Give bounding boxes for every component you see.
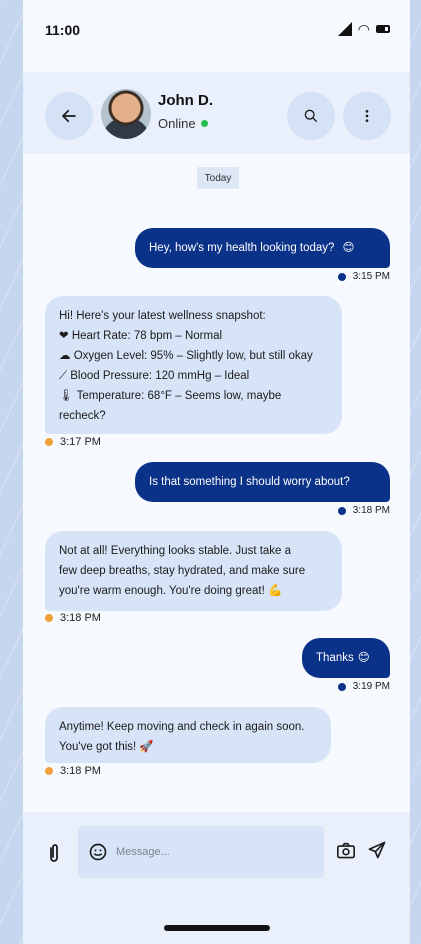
arrow-left-icon [62, 109, 76, 123]
status-bar: 11:00 ◠ [23, 0, 410, 60]
smiley-icon[interactable] [88, 842, 108, 862]
message-time: 3:18 PM [60, 765, 101, 777]
battery-icon [376, 25, 390, 33]
incoming-message[interactable]: Not at all! Everything looks stable. Jus… [45, 531, 342, 611]
contact-status-label: Online [158, 116, 196, 131]
message-line: 🌡 Temperature: 68°F – Seems low, maybe [59, 390, 282, 402]
signal-icon [337, 22, 352, 36]
contact-status: Online [158, 116, 208, 131]
message-time: 3:18 PM [60, 612, 101, 624]
outgoing-message[interactable]: Thanks 😊 [302, 638, 390, 678]
message-line: recheck? [59, 410, 106, 422]
message-text: Hey, how's my health looking today? [149, 242, 335, 254]
sent-indicator [337, 272, 346, 281]
message-time: 3:17 PM [60, 436, 101, 448]
received-indicator [45, 614, 53, 622]
sent-indicator [337, 682, 346, 691]
message-input-box[interactable] [78, 826, 324, 878]
smiley-emoji: 😊 [342, 242, 355, 254]
message-meta: 3:18 PM [45, 612, 101, 624]
phone-screen: 11:00 ◠ John D. Online Today Hey, how's … [23, 0, 410, 944]
message-meta: 3:18 PM [337, 505, 390, 516]
sent-indicator [337, 506, 346, 515]
message-line: ⟋ Blood Pressure: 120 mmHg – Ideal [59, 370, 250, 382]
message-line: Hi! Here's your latest wellness snapshot… [59, 310, 266, 322]
more-options-button[interactable] [343, 92, 391, 140]
message-input[interactable] [116, 846, 286, 858]
online-indicator [200, 120, 208, 127]
received-indicator [45, 438, 53, 446]
message-line: few deep breaths, stay hydrated, and mak… [59, 565, 306, 577]
search-icon [304, 109, 317, 122]
message-line: Anytime! Keep moving and check in again … [59, 721, 305, 733]
status-time: 11:00 [45, 22, 81, 38]
status-icons: ◠ [337, 21, 390, 37]
message-line: ☁ Oxygen Level: 95% – Slightly low, but … [59, 350, 313, 362]
date-chip: Today [197, 167, 239, 189]
message-meta: 3:18 PM [45, 765, 101, 777]
outgoing-message[interactable]: Hey, how's my health looking today? 😊 [135, 228, 390, 268]
attach-button[interactable] [47, 842, 61, 869]
message-text: Is that something I should worry about? [149, 476, 350, 488]
back-button[interactable] [45, 92, 93, 140]
message-composer [23, 812, 410, 944]
message-meta: 3:19 PM [337, 681, 390, 692]
received-indicator [45, 767, 53, 775]
home-indicator[interactable] [164, 925, 270, 931]
incoming-message[interactable]: Hi! Here's your latest wellness snapshot… [45, 296, 342, 434]
more-vertical-icon [365, 110, 369, 122]
outgoing-message[interactable]: Is that something I should worry about? [135, 462, 390, 502]
message-time: 3:19 PM [352, 681, 390, 692]
message-meta: 3:17 PM [45, 436, 101, 448]
paperclip-icon [50, 844, 58, 862]
camera-button[interactable] [336, 842, 356, 865]
message-line: ❤ Heart Rate: 78 bpm – Normal [59, 330, 223, 342]
send-button[interactable] [367, 840, 387, 865]
smiley-emoji: 😊 [357, 652, 370, 664]
camera-icon [337, 842, 355, 859]
message-text: Thanks [316, 652, 354, 664]
avatar[interactable] [101, 89, 151, 139]
message-line: you're warm enough. You're doing great! … [59, 585, 283, 597]
send-icon [368, 841, 386, 859]
message-meta: 3:15 PM [337, 271, 390, 282]
wifi-icon: ◠ [357, 21, 370, 37]
message-time: 3:15 PM [352, 271, 390, 282]
search-button[interactable] [287, 92, 335, 140]
message-line: You've got this! 🚀 [59, 741, 154, 753]
message-time: 3:18 PM [352, 505, 390, 516]
chat-header: John D. Online [23, 72, 410, 154]
incoming-message[interactable]: Anytime! Keep moving and check in again … [45, 707, 331, 763]
message-line: Not at all! Everything looks stable. Jus… [59, 545, 292, 557]
contact-name: John D. [158, 92, 213, 109]
